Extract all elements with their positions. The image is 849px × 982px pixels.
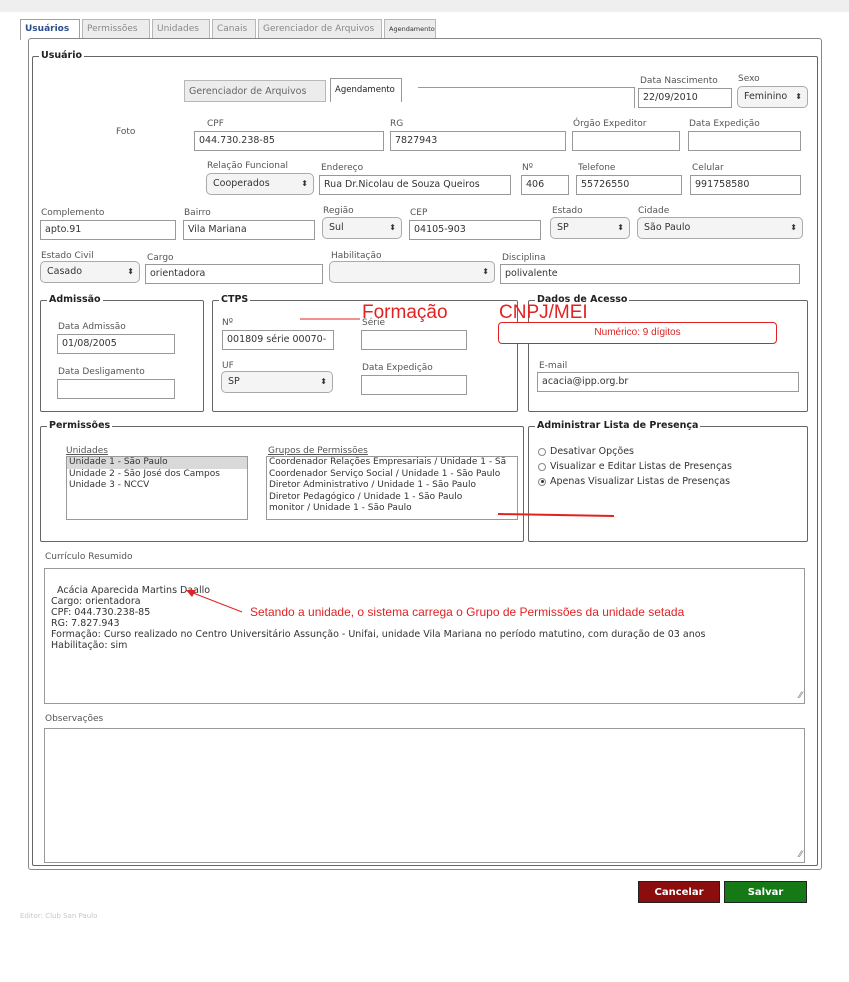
annotation-formacao: Formação [362,302,448,323]
annotation-numerico-box: Numérico: 9 dígitos [498,322,777,344]
unit-arrow-line [497,513,615,517]
annotation-numerico: Numérico: 9 dígitos [594,327,681,338]
annotation-setando: Setando a unidade, o sistema carrega o G… [250,605,685,619]
curriculo-arrow-line [187,590,243,613]
annotation-layer [186,318,615,613]
annotation-cnpj: CNPJ/MEI [499,302,588,323]
